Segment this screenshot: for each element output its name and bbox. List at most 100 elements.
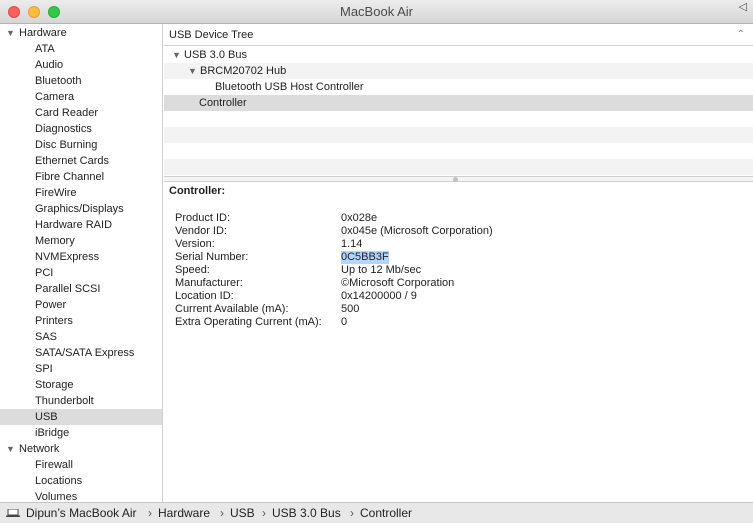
details-title: Controller:	[169, 185, 226, 197]
detail-row-extra-operating-current-ma: Extra Operating Current (mA): 0	[164, 316, 753, 329]
sidebar-label: PCI	[35, 267, 54, 279]
tree-row-controller[interactable]: Controller	[164, 95, 753, 111]
sidebar-item-ethernet-cards[interactable]: Ethernet Cards	[0, 153, 162, 169]
sidebar-item-camera[interactable]: Camera	[0, 89, 162, 105]
sidebar-item-sas[interactable]: SAS	[0, 329, 162, 345]
detail-key: Extra Operating Current (mA):	[175, 316, 322, 328]
sidebar[interactable]: ▼ Hardware ATA Audio Bluetooth Camera Card Rea…	[0, 24, 163, 502]
sidebar-label: iBridge	[35, 427, 70, 439]
detail-value[interactable]: 0C5BB3F	[341, 251, 389, 264]
sidebar-category-network[interactable]: ▼ Network	[0, 441, 162, 457]
detail-key: Product ID:	[175, 212, 231, 224]
breadcrumb-usb[interactable]: USB	[230, 503, 255, 523]
disclosure-triangle-icon[interactable]: ▼	[6, 441, 15, 457]
sidebar-label: Graphics/Displays	[35, 203, 124, 215]
sidebar-item-locations[interactable]: Locations	[0, 473, 162, 489]
sidebar-item-storage[interactable]: Storage	[0, 377, 162, 393]
sidebar-label: FireWire	[35, 187, 77, 199]
tree-row-brcm20702-hub[interactable]: ▼ BRCM20702 Hub	[164, 63, 753, 79]
laptop-icon	[6, 509, 20, 517]
detail-value[interactable]: 0x045e (Microsoft Corporation)	[341, 225, 493, 238]
title-bar[interactable]: MacBook Air ◁	[0, 0, 753, 24]
sidebar-item-fibre-channel[interactable]: Fibre Channel	[0, 169, 162, 185]
detail-row-speed: Speed: Up to 12 Mb/sec	[164, 264, 753, 277]
detail-value[interactable]: 500	[341, 303, 359, 316]
sidebar-item-ibridge[interactable]: iBridge	[0, 425, 162, 441]
disclosure-triangle-icon[interactable]: ▼	[6, 25, 15, 41]
tree-row-bluetooth-usb-host-controller[interactable]: Bluetooth USB Host Controller	[164, 79, 753, 95]
detail-value[interactable]: 1.14	[341, 238, 362, 251]
path-bar: Dipun’s MacBook Air › Hardware › USB › USB 3.0…	[0, 502, 753, 523]
sidebar-item-thunderbolt[interactable]: Thunderbolt	[0, 393, 162, 409]
sidebar-label: Hardware	[19, 27, 67, 39]
sidebar-item-parallel-scsi[interactable]: Parallel SCSI	[0, 281, 162, 297]
sidebar-item-hardware-raid[interactable]: Hardware RAID	[0, 217, 162, 233]
sidebar-item-disc-burning[interactable]: Disc Burning	[0, 137, 162, 153]
disclosure-triangle-icon[interactable]: ▼	[188, 63, 197, 79]
sidebar-label: Power	[35, 299, 67, 311]
sidebar-label: Audio	[35, 59, 64, 71]
detail-value[interactable]: 0	[341, 316, 347, 329]
sidebar-item-nvmexpress[interactable]: NVMExpress	[0, 249, 162, 265]
sidebar-item-usb[interactable]: USB	[0, 409, 162, 425]
chevron-up-icon[interactable]: ⌃	[737, 24, 745, 46]
sidebar-label: Disc Burning	[35, 139, 98, 151]
sidebar-item-bluetooth[interactable]: Bluetooth	[0, 73, 162, 89]
sidebar-item-volumes[interactable]: Volumes	[0, 489, 162, 502]
sidebar-item-pci[interactable]: PCI	[0, 265, 162, 281]
tree-header-label: USB Device Tree	[169, 29, 254, 41]
sidebar-label: Card Reader	[35, 107, 98, 119]
breadcrumb-usb-3-0-bus[interactable]: USB 3.0 Bus	[272, 503, 341, 523]
detail-value[interactable]: Up to 12 Mb/sec	[341, 264, 421, 277]
tree-row-usb-3-0-bus[interactable]: ▼ USB 3.0 Bus	[164, 47, 753, 63]
sidebar-item-memory[interactable]: Memory	[0, 233, 162, 249]
sidebar-label: Bluetooth	[35, 75, 82, 87]
sidebar-label: Volumes	[35, 491, 78, 502]
detail-key: Version:	[175, 238, 215, 250]
sidebar-label: Thunderbolt	[35, 395, 94, 407]
detail-key: Current Available (mA):	[175, 303, 289, 315]
tree-row-label: USB 3.0 Bus	[184, 49, 247, 61]
tree-empty-row	[164, 111, 753, 127]
sidebar-item-printers[interactable]: Printers	[0, 313, 162, 329]
breadcrumb-dipun-s-macbook-air[interactable]: Dipun’s MacBook Air	[26, 503, 137, 523]
sidebar-item-power[interactable]: Power	[0, 297, 162, 313]
sidebar-item-diagnostics[interactable]: Diagnostics	[0, 121, 162, 137]
sidebar-item-firewall[interactable]: Firewall	[0, 457, 162, 473]
sidebar-label: Storage	[35, 379, 74, 391]
detail-key: Vendor ID:	[175, 225, 227, 237]
edge-glyph-icon: ◁	[738, 1, 747, 13]
tree-row-label: Bluetooth USB Host Controller	[215, 81, 364, 93]
detail-row-serial-number: Serial Number: 0C5BB3F	[164, 251, 753, 264]
sidebar-item-firewire[interactable]: FireWire	[0, 185, 162, 201]
detail-value[interactable]: 0x028e	[341, 212, 377, 225]
sidebar-label: USB	[35, 411, 58, 423]
sidebar-label: ATA	[35, 43, 55, 55]
sidebar-item-audio[interactable]: Audio	[0, 57, 162, 73]
detail-value[interactable]: 0x14200000 / 9	[341, 290, 417, 303]
detail-row-current-available-ma: Current Available (mA): 500	[164, 303, 753, 316]
breadcrumb-hardware[interactable]: Hardware	[158, 503, 210, 523]
sidebar-item-card-reader[interactable]: Card Reader	[0, 105, 162, 121]
sidebar-label: NVMExpress	[35, 251, 100, 263]
tree-header[interactable]: USB Device Tree ⌃	[164, 24, 753, 46]
detail-key: Speed:	[175, 264, 210, 276]
detail-row-product-id: Product ID: 0x028e	[164, 212, 753, 225]
usb-device-tree[interactable]: USB Device Tree ⌃ ▼ USB 3.0 Bus ▼ BRCM20702…	[164, 24, 753, 176]
tree-empty-row	[164, 159, 753, 175]
sidebar-item-spi[interactable]: SPI	[0, 361, 162, 377]
breadcrumb-separator-icon: ›	[262, 506, 266, 520]
disclosure-triangle-icon[interactable]: ▼	[172, 47, 181, 63]
detail-row-manufacturer: Manufacturer: ©Microsoft Corporation	[164, 277, 753, 290]
sidebar-category-hardware[interactable]: ▼ Hardware	[0, 25, 162, 41]
sidebar-item-sata-sata-express[interactable]: SATA/SATA Express	[0, 345, 162, 361]
tree-row-label: BRCM20702 Hub	[200, 65, 287, 77]
sidebar-item-graphics-displays[interactable]: Graphics/Displays	[0, 201, 162, 217]
detail-value[interactable]: ©Microsoft Corporation	[341, 277, 454, 290]
sidebar-label: Firewall	[35, 459, 73, 471]
detail-key: Serial Number:	[175, 251, 249, 263]
detail-row-location-id: Location ID: 0x14200000 / 9	[164, 290, 753, 303]
breadcrumb-controller[interactable]: Controller	[360, 503, 412, 523]
sidebar-item-ata[interactable]: ATA	[0, 41, 162, 57]
detail-key: Location ID:	[175, 290, 234, 302]
